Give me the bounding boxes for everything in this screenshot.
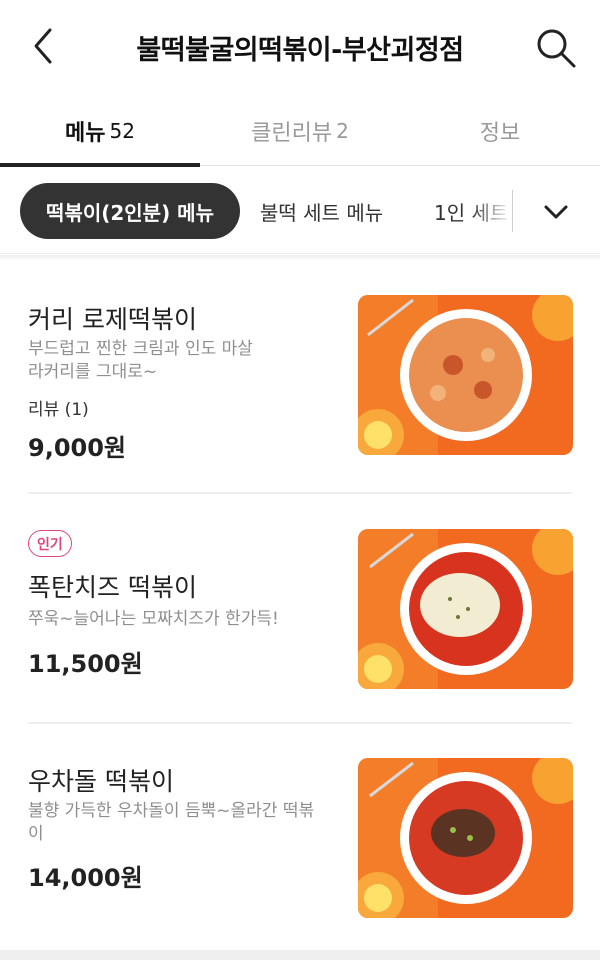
search-button[interactable]	[532, 24, 580, 72]
menu-item-price: 14,000원	[28, 864, 143, 892]
tab-clean-review-count: 2	[336, 118, 349, 143]
back-button[interactable]	[26, 26, 66, 66]
category-expand-button[interactable]	[532, 192, 580, 232]
menu-item[interactable]: 커리 로제떡볶이 부드럽고 찐한 크림과 인도 마살라커리를 그대로~ 리뷰 (…	[0, 262, 600, 494]
menu-item-photo	[358, 529, 573, 689]
popular-badge: 인기	[28, 530, 72, 557]
chip-divider	[512, 190, 513, 232]
menu-item-price: 11,500원	[28, 650, 143, 678]
search-icon	[537, 29, 576, 68]
menu-item-description: 불향 가득한 우차돌이 듬뿍~올라간 떡볶이	[28, 801, 315, 844]
menu-item[interactable]: 우차돌 떡볶이 불향 가득한 우차돌이 듬뿍~올라간 떡볶이 14,000원	[0, 726, 600, 948]
tab-menu-count: 52	[109, 118, 135, 143]
tab-info[interactable]: 정보	[400, 96, 600, 165]
menu-item-photo	[358, 295, 573, 455]
bottom-divider	[0, 950, 600, 960]
tab-menu-label: 메뉴	[65, 120, 106, 146]
item-divider	[28, 722, 572, 724]
category-chip-set[interactable]: 불떡 세트 메뉴	[260, 183, 383, 239]
menu-item-photo	[358, 758, 573, 918]
list-top-shadow	[0, 255, 600, 261]
menu-item-description: 부드럽고 찐한 크림과 인도 마살라커리를 그대로~	[28, 339, 253, 382]
category-chip-bar: 떡볶이(2인분) 메뉴 불떡 세트 메뉴 1인 세트	[0, 168, 600, 254]
category-chip-tteokbokki[interactable]: 떡볶이(2인분) 메뉴	[20, 183, 240, 239]
menu-item[interactable]: 인기 폭탄치즈 떡볶이 쭈욱~늘어나는 모짜치즈가 한가득! 11,500원	[0, 496, 600, 724]
tab-clean-review-label: 클린리뷰	[251, 120, 333, 146]
menu-item-name: 우차돌 떡볶이	[28, 767, 174, 796]
store-title: 불떡불굴의떡볶이-부산괴정점	[136, 35, 464, 66]
tab-bar: 메뉴 52 클린리뷰 2 정보	[0, 96, 600, 167]
chevron-left-icon	[34, 28, 52, 64]
category-chip-single-set[interactable]: 1인 세트	[434, 183, 512, 239]
top-app-bar: 불떡불굴의떡볶이-부산괴정점	[0, 0, 600, 96]
menu-item-price: 9,000원	[28, 434, 126, 462]
menu-item-name: 폭탄치즈 떡볶이	[28, 573, 197, 602]
tab-menu[interactable]: 메뉴 52	[0, 96, 200, 167]
tab-info-label: 정보	[479, 120, 521, 146]
menu-item-name: 커리 로제떡볶이	[28, 305, 197, 334]
chevron-down-icon	[544, 205, 568, 219]
tab-clean-review[interactable]: 클린리뷰 2	[200, 96, 400, 165]
menu-item-review-count: 리뷰 (1)	[28, 400, 89, 420]
item-divider	[28, 492, 572, 494]
menu-item-description: 쭈욱~늘어나는 모짜치즈가 한가득!	[28, 609, 279, 629]
